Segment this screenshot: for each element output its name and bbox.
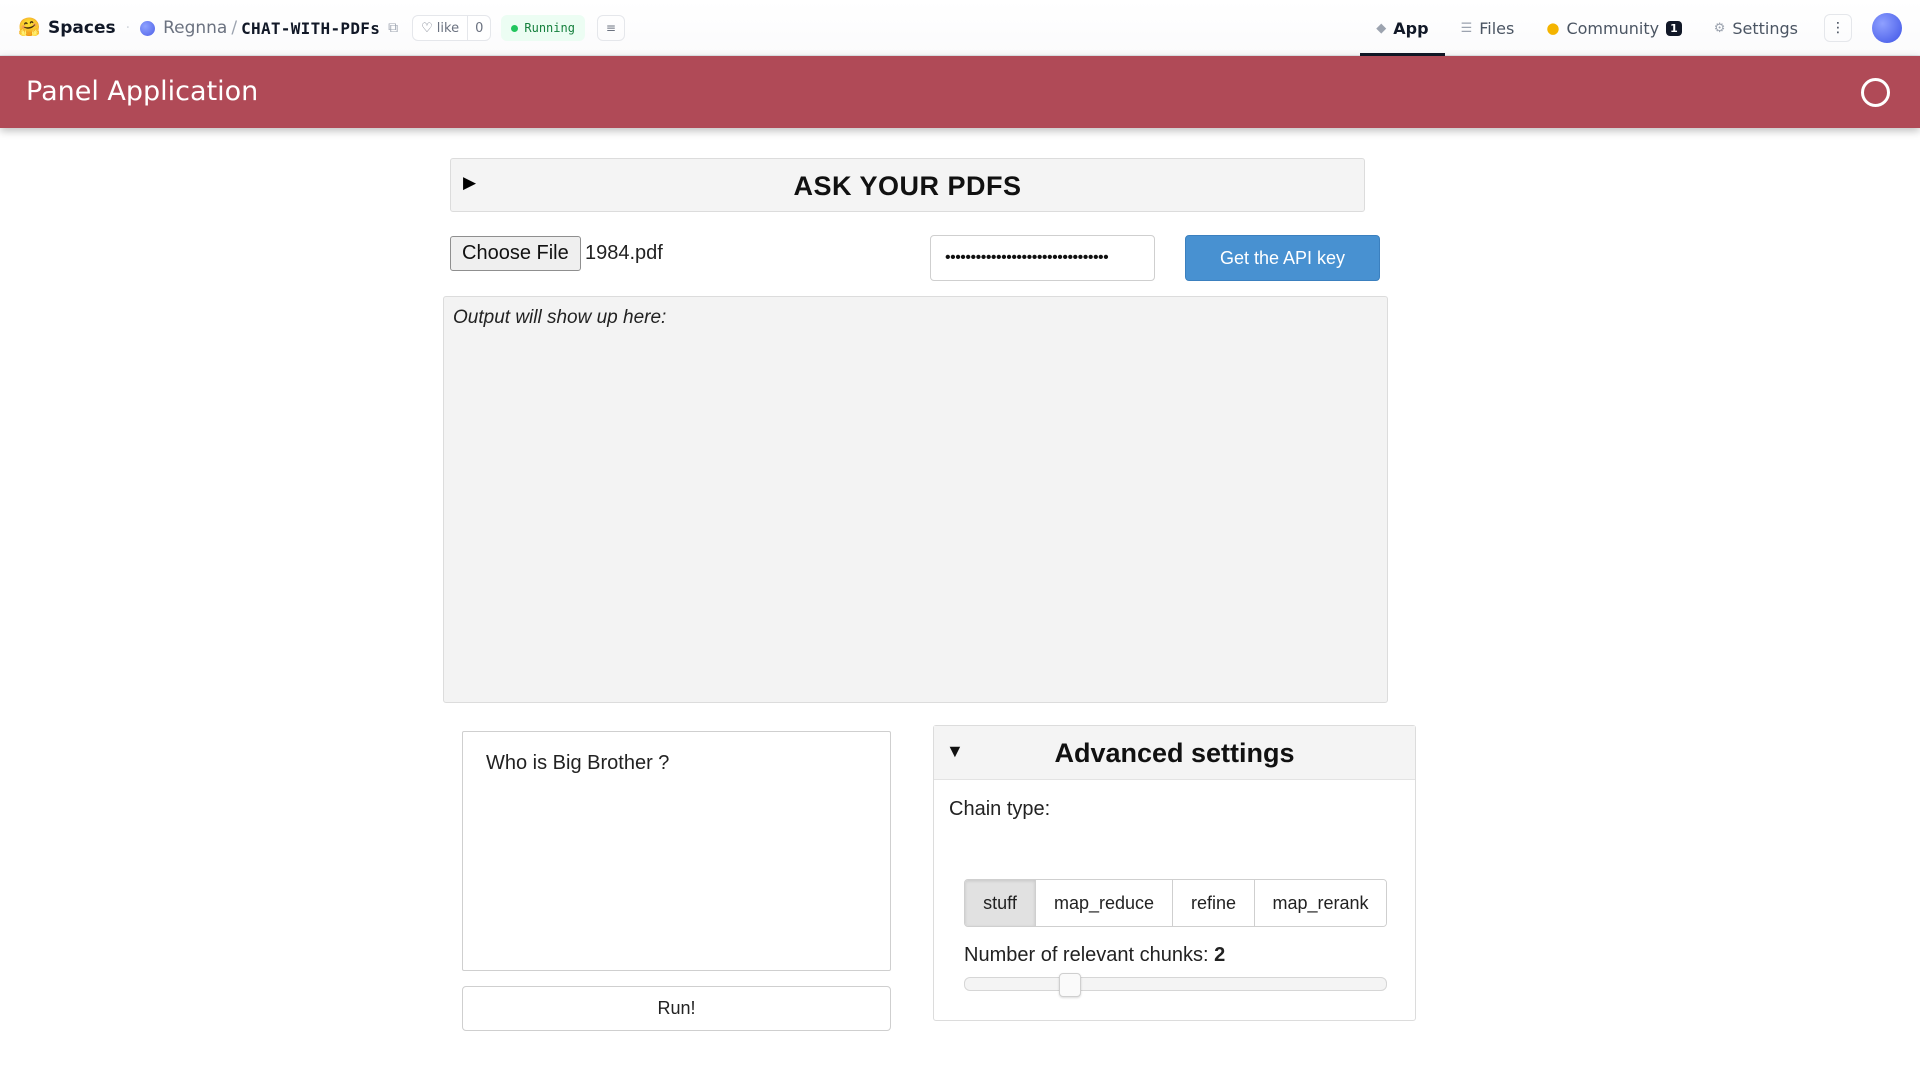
choose-file-button[interactable]: Choose File xyxy=(450,236,581,271)
chunks-slider[interactable] xyxy=(964,973,1387,997)
tab-community[interactable]: ● Community 1 xyxy=(1530,0,1697,56)
output-placeholder: Output will show up here: xyxy=(453,307,667,328)
busy-indicator-icon xyxy=(1861,78,1890,107)
slider-fill xyxy=(965,978,1071,990)
selected-file-name: 1984.pdf xyxy=(585,242,663,264)
advanced-settings-header[interactable]: ▼ Advanced settings xyxy=(934,726,1415,780)
owner-avatar[interactable] xyxy=(140,20,156,36)
slider-handle[interactable] xyxy=(1059,973,1082,997)
like-count: 0 xyxy=(467,16,490,40)
chain-option-map-rerank[interactable]: map_rerank xyxy=(1254,880,1386,926)
get-api-key-button[interactable]: Get the API key xyxy=(1185,235,1380,281)
chunks-value: 2 xyxy=(1214,944,1226,966)
chain-option-stuff[interactable]: stuff xyxy=(965,880,1035,926)
spaces-link[interactable]: Spaces xyxy=(48,18,116,38)
ask-title: ASK YOUR PDFS xyxy=(793,171,1022,201)
files-icon: ☰ xyxy=(1460,20,1473,36)
status-dot-icon xyxy=(511,24,519,32)
page-title: Panel Application xyxy=(26,76,259,107)
more-options-icon[interactable]: ⋮ xyxy=(1824,14,1852,42)
chain-type-label: Chain type: xyxy=(949,798,1051,820)
huggingface-logo-icon[interactable]: 🤗 xyxy=(18,17,40,39)
tab-files[interactable]: ☰ Files xyxy=(1445,0,1531,56)
output-pane: Output will show up here: xyxy=(443,296,1388,703)
separator-dot: · xyxy=(125,20,131,36)
repo-name[interactable]: CHAT-WITH-PDFs xyxy=(241,19,380,38)
cube-icon: ◆ xyxy=(1376,20,1387,36)
tab-app-label: App xyxy=(1393,18,1429,38)
chunks-label-text: Number of relevant chunks: xyxy=(964,944,1215,966)
tab-settings-label: Settings xyxy=(1732,18,1798,38)
status-label: Running xyxy=(524,21,575,35)
advanced-settings-card: ▼ Advanced settings Chain type: stuff ma… xyxy=(933,725,1416,1021)
path-separator: / xyxy=(231,18,238,38)
run-button[interactable]: Run! xyxy=(462,986,891,1031)
like-button[interactable]: ♡ like 0 xyxy=(412,15,492,41)
chunks-label: Number of relevant chunks: 2 xyxy=(964,944,1225,967)
like-label: like xyxy=(436,20,460,36)
tab-files-label: Files xyxy=(1479,18,1515,38)
chain-option-refine[interactable]: refine xyxy=(1172,880,1254,926)
user-avatar[interactable] xyxy=(1872,13,1902,43)
gear-icon: ⚙ xyxy=(1713,20,1726,36)
ask-card[interactable]: ▶ ASK YOUR PDFS xyxy=(450,158,1365,212)
heart-icon: ♡ xyxy=(421,20,433,36)
advanced-settings-title: Advanced settings xyxy=(1054,738,1295,768)
api-key-field[interactable]: •••••••••••••••••••••••••••••••• xyxy=(930,235,1155,281)
hf-topbar: 🤗 Spaces · Regnna / CHAT-WITH-PDFs ⧉ ♡ li… xyxy=(0,0,1920,56)
tab-settings[interactable]: ⚙ Settings xyxy=(1698,0,1814,56)
status-badge[interactable]: Running xyxy=(501,15,585,41)
question-input[interactable]: Who is Big Brother ? xyxy=(462,731,891,971)
copy-icon[interactable]: ⧉ xyxy=(388,20,398,36)
community-badge: 1 xyxy=(1666,20,1682,36)
tab-community-label: Community xyxy=(1566,18,1660,38)
logs-icon[interactable]: ≡ xyxy=(596,15,625,41)
chain-type-selector: stuff map_reduce refine map_rerank xyxy=(964,879,1387,927)
community-icon: ● xyxy=(1546,19,1560,37)
tab-app[interactable]: ◆ App xyxy=(1360,0,1445,56)
owner-link[interactable]: Regnna xyxy=(163,18,227,38)
panel-header: Panel Application xyxy=(0,56,1920,128)
chain-option-map-reduce[interactable]: map_reduce xyxy=(1035,880,1172,926)
